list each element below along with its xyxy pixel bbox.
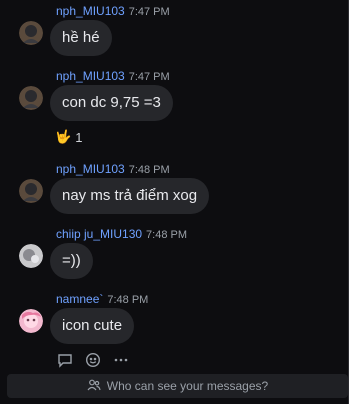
timestamp: 7:48 PM xyxy=(107,294,149,306)
message-bubble[interactable]: hề hé xyxy=(50,20,112,56)
sender-name[interactable]: chiip ju_MIU130 xyxy=(56,227,142,241)
message-bubble[interactable]: con dc 9,75 =3 xyxy=(50,85,173,121)
avatar[interactable] xyxy=(19,309,43,333)
message-actions xyxy=(57,352,129,368)
reaction-chip[interactable]: 🤟 1 xyxy=(55,129,82,145)
timestamp: 7:47 PM xyxy=(128,6,170,18)
reaction-count: 1 xyxy=(75,129,83,145)
message-text: nay ms trả điểm xog xyxy=(62,187,198,204)
message-text: con dc 9,75 =3 xyxy=(62,94,161,111)
reply-icon[interactable] xyxy=(57,352,73,368)
privacy-info-text: Who can see your messages? xyxy=(106,379,269,393)
message-text: hề hé xyxy=(62,29,100,46)
emoji-react-icon[interactable] xyxy=(85,352,101,368)
message-bubble[interactable]: icon cute xyxy=(50,308,135,344)
sender-name[interactable]: namnee` xyxy=(56,292,103,306)
rock-hand-emoji: 🤟 xyxy=(55,129,72,144)
chat-thread: nph_MIU103 7:47 PM hề hé nph_MIU103 7:47 P… xyxy=(0,0,349,404)
timestamp: 7:47 PM xyxy=(128,71,170,83)
privacy-info-bar[interactable]: Who can see your messages? xyxy=(7,374,348,398)
message-text: icon cute xyxy=(62,317,123,334)
sender-name[interactable]: nph_MIU103 xyxy=(56,162,125,176)
message-header: nph_MIU103 7:47 PM xyxy=(56,69,170,83)
avatar[interactable] xyxy=(19,21,43,45)
avatar[interactable] xyxy=(19,244,43,268)
message-header: nph_MIU103 7:47 PM xyxy=(56,4,170,18)
message-header: nph_MIU103 7:48 PM xyxy=(56,162,170,176)
bottom-edge xyxy=(0,399,349,404)
message-header: namnee` 7:48 PM xyxy=(56,292,148,306)
message-bubble[interactable]: nay ms trả điểm xog xyxy=(50,178,210,214)
avatar[interactable] xyxy=(19,179,43,203)
message-text: =)) xyxy=(62,252,81,269)
timestamp: 7:48 PM xyxy=(128,164,170,176)
avatar[interactable] xyxy=(19,86,43,110)
more-icon[interactable] xyxy=(113,352,129,368)
people-icon xyxy=(87,378,101,395)
timestamp: 7:48 PM xyxy=(146,229,188,241)
sender-name[interactable]: nph_MIU103 xyxy=(56,69,125,83)
message-header: chiip ju_MIU130 7:48 PM xyxy=(56,227,187,241)
message-bubble[interactable]: =)) xyxy=(50,243,93,279)
sender-name[interactable]: nph_MIU103 xyxy=(56,4,125,18)
